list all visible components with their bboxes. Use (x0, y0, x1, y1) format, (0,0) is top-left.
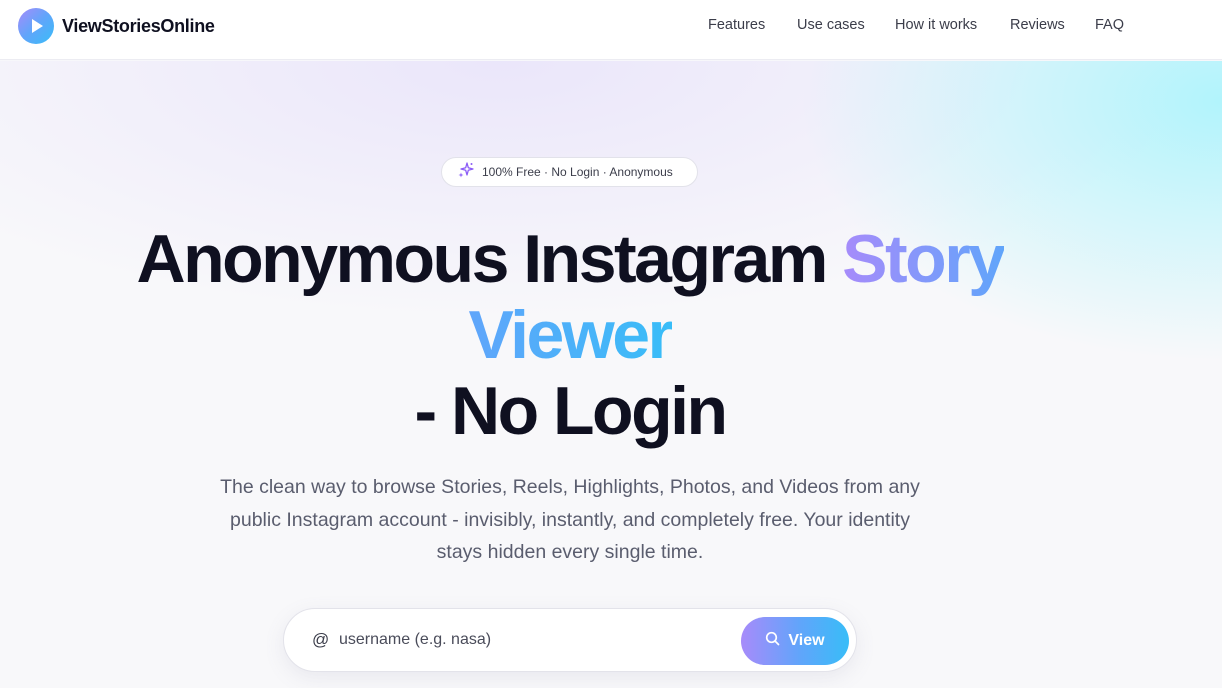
search-icon (765, 631, 780, 651)
hero-title-line-3: - No Login (0, 373, 1140, 449)
nav-item-features[interactable]: Features (708, 17, 765, 33)
title-text-part-2: - No Login (414, 373, 728, 449)
title-highlight-viewer: Viewer (468, 297, 674, 373)
title-text-part-1: Anonymous Instagram (136, 221, 843, 297)
hero-title-line-2: Viewer (0, 297, 1140, 373)
sparkles-icon (458, 161, 474, 183)
nav-item-use-cases[interactable]: Use cases (797, 17, 865, 33)
main-nav: Features Use cases How it works Reviews … (0, 17, 1222, 37)
nav-item-how-it-works[interactable]: How it works (895, 17, 977, 33)
view-button-label: View (788, 632, 825, 649)
view-button[interactable]: View (741, 617, 849, 665)
features-badge: 100% Free · No Login · Anonymous (441, 157, 698, 187)
title-highlight-story: Story (842, 221, 1006, 297)
nav-item-faq[interactable]: FAQ (1095, 17, 1124, 33)
top-navigation-bar: ViewStoriesOnline Features Use cases How… (0, 0, 1222, 60)
username-search-form: @ View (283, 608, 857, 672)
nav-item-reviews[interactable]: Reviews (1010, 17, 1065, 33)
badge-text: 100% Free · No Login · Anonymous (482, 165, 673, 179)
hero-subtitle: The clean way to browse Stories, Reels, … (220, 476, 920, 563)
username-input[interactable] (339, 623, 719, 657)
hero-section: 100% Free · No Login · Anonymous Anonymo… (0, 61, 1222, 688)
hero-title-line-1: Anonymous Instagram Story (0, 221, 1140, 297)
at-sign-prefix: @ (312, 630, 330, 649)
